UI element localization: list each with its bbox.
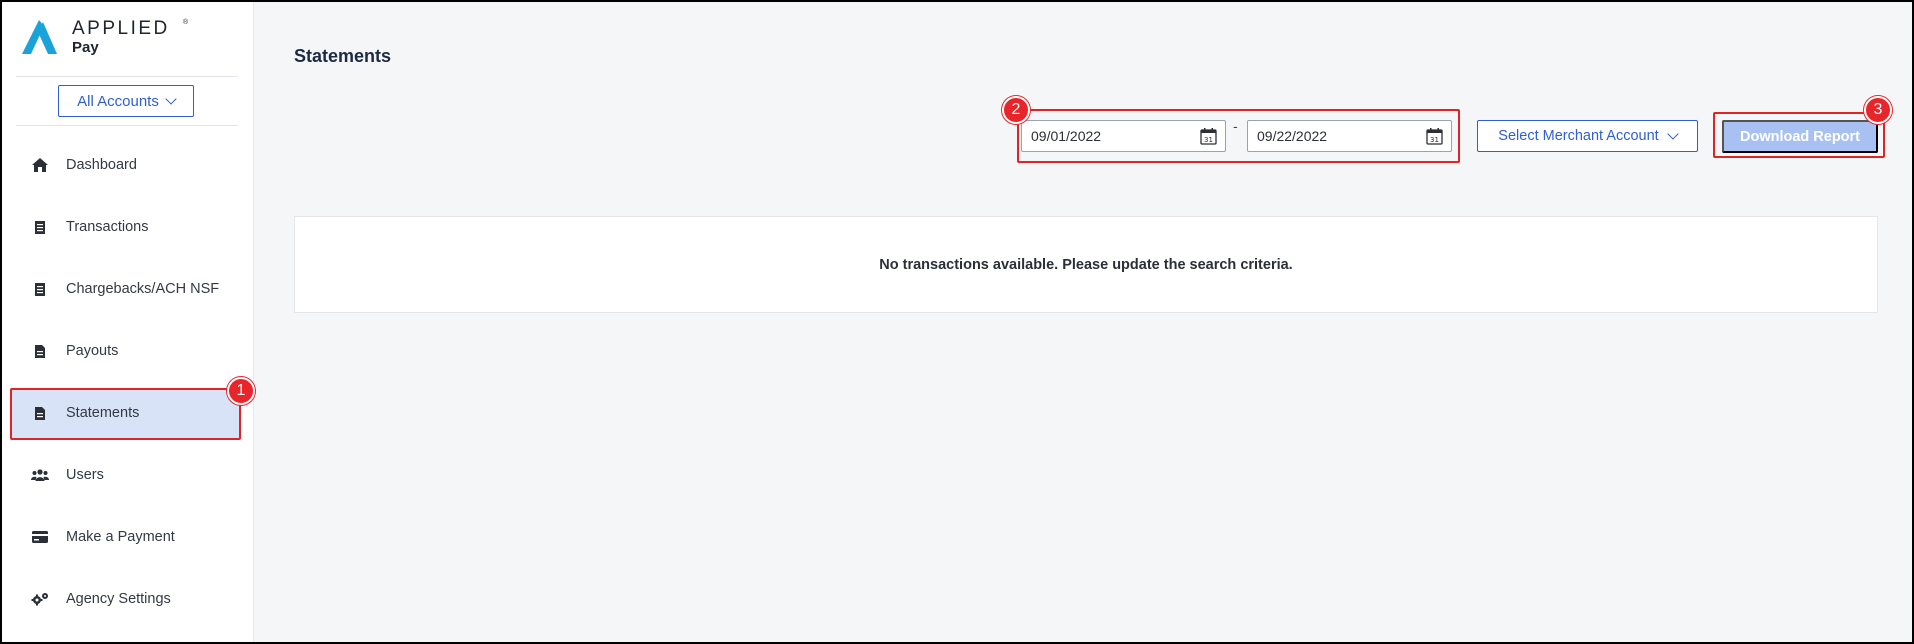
merchant-account-select[interactable]: Select Merchant Account [1477,120,1698,152]
calendar-icon[interactable]: 31 [1200,127,1217,148]
sidebar-item-transactions[interactable]: Transactions [10,202,240,252]
gears-icon [28,592,52,606]
sidebar-item-label: Agency Settings [66,591,171,607]
download-report-button[interactable]: Download Report [1722,120,1878,153]
logo-wordmark: APPLIED [72,18,170,39]
page-title: Statements [294,46,392,66]
document-icon [28,344,52,358]
chevron-down-icon [1667,128,1679,140]
logo-subtitle: Pay [72,39,99,56]
sidebar-item-label: Payouts [66,343,119,359]
sidebar: APPLIED ® Pay All Accounts Dashboard Tra… [2,2,254,642]
svg-text:31: 31 [1430,136,1439,144]
credit-card-icon [28,531,52,543]
calendar-icon[interactable]: 31 [1426,127,1443,148]
annotation-badge-3: 3 [1864,96,1892,124]
start-date-value: 09/01/2022 [1031,128,1102,144]
end-date-value: 09/22/2022 [1257,128,1328,144]
sidebar-item-label: Users [66,467,104,483]
annotation-badge-1: 1 [227,377,255,405]
sidebar-item-label: Dashboard [66,157,137,173]
sidebar-item-payouts[interactable]: Payouts [10,326,240,376]
merchant-account-label: Select Merchant Account [1498,128,1659,144]
sidebar-item-chargebacks[interactable]: Chargebacks/ACH NSF [10,264,240,314]
sidebar-item-label: Statements [66,405,140,421]
date-range-separator: - [1233,118,1238,134]
document-icon [28,406,52,420]
empty-state-card: No transactions available. Please update… [294,216,1878,313]
sidebar-item-label: Chargebacks/ACH NSF [66,281,220,297]
receipt-icon [28,220,52,234]
home-icon [28,158,52,172]
empty-state-message: No transactions available. Please update… [879,256,1293,273]
sidebar-item-agency-settings[interactable]: Agency Settings [10,574,240,624]
receipt-icon [28,282,52,296]
sidebar-item-statements[interactable]: Statements [10,388,240,438]
app-frame: APPLIED ® Pay All Accounts Dashboard Tra… [0,0,1914,644]
sidebar-item-label: Make a Payment [66,529,175,545]
sidebar-item-make-payment[interactable]: Make a Payment [10,512,240,562]
applied-logo-icon [22,20,57,54]
start-date-input[interactable]: 09/01/2022 31 [1021,120,1226,152]
account-selector-label: All Accounts [77,92,159,110]
annotation-badge-2: 2 [1002,96,1030,124]
logo-trademark: ® [183,19,189,26]
users-icon [28,469,52,481]
sidebar-item-users[interactable]: Users [10,450,240,500]
sidebar-item-label: Transactions [66,219,149,235]
applied-pay-logo: APPLIED ® Pay [22,18,222,58]
end-date-input[interactable]: 09/22/2022 31 [1247,120,1452,152]
account-selector-button[interactable]: All Accounts [58,85,194,117]
svg-text:31: 31 [1204,136,1213,144]
chevron-down-icon [165,93,177,105]
sidebar-divider [16,125,238,126]
sidebar-divider [16,76,238,77]
sidebar-item-dashboard[interactable]: Dashboard [10,140,240,190]
